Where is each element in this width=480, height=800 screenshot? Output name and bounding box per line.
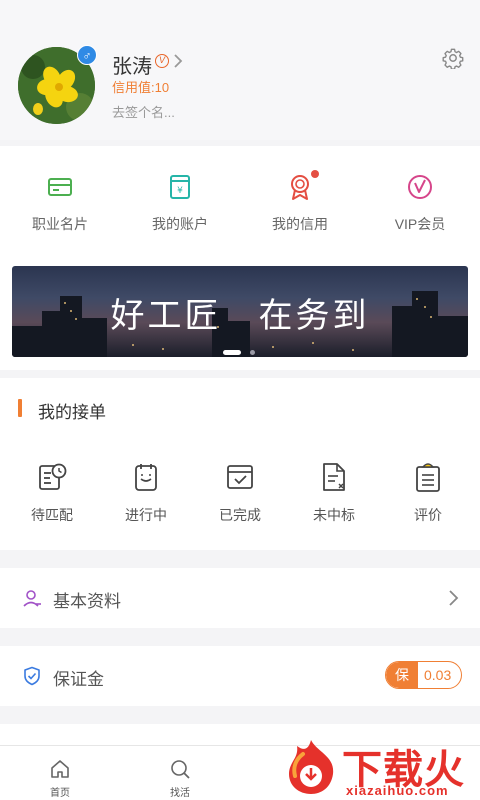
order-status-row: 待匹配 进行中 已完成 未中标 评价 — [0, 458, 480, 528]
watermark-url: xiazaihuo.com — [346, 783, 449, 798]
shortcut-label: VIP会员 — [394, 216, 446, 232]
chevron-right-icon — [449, 590, 459, 606]
verified-icon: V — [155, 54, 169, 68]
deposit-badge[interactable]: 保 0.03 — [385, 661, 462, 689]
promo-banner[interactable]: 好工匠 在务到 — [12, 266, 468, 357]
signature-text[interactable]: 去签个名... — [112, 102, 175, 121]
credit-value: 信用值:10 — [112, 80, 170, 95]
shortcut-grid: 职业名片 ¥ 我的账户 我的信用 VIP会员 — [0, 146, 480, 259]
order-pending-match[interactable]: 待匹配 — [5, 458, 99, 528]
user-profile-icon — [23, 590, 41, 607]
shortcut-business-card[interactable]: 职业名片 — [0, 146, 120, 259]
gender-male-icon: ♂ — [77, 45, 97, 65]
chevron-right-icon[interactable] — [172, 52, 184, 70]
watermark: 下载火 xiazaihuo.com — [280, 735, 480, 800]
shortcut-label: 职业名片 — [32, 216, 88, 232]
profile-header: ♂ 张涛 V 信用值:10 去签个名... — [0, 0, 480, 140]
order-label: 进行中 — [125, 507, 167, 523]
vip-icon — [408, 175, 432, 199]
carousel-dot-active[interactable] — [223, 350, 241, 355]
search-icon — [171, 760, 190, 779]
order-review[interactable]: 评价 — [381, 458, 475, 528]
order-label: 已完成 — [219, 507, 261, 523]
not-awarded-icon — [323, 463, 345, 491]
tab-label: 找活 — [170, 788, 190, 799]
order-not-awarded[interactable]: 未中标 — [287, 458, 381, 528]
shortcut-credit[interactable]: 我的信用 — [240, 146, 360, 259]
my-orders-section: 我的接单 待匹配 进行中 已完成 未中标 评价 — [0, 378, 480, 550]
completed-icon — [227, 465, 253, 489]
menu-label: 基本资料 — [53, 592, 121, 611]
review-icon — [416, 463, 440, 492]
order-in-progress[interactable]: 进行中 — [99, 458, 193, 528]
shortcut-label: 我的账户 — [152, 216, 208, 232]
tab-label: 首页 — [50, 788, 70, 799]
order-completed[interactable]: 已完成 — [193, 458, 287, 528]
notification-dot — [311, 170, 319, 178]
credit-medal-icon — [291, 175, 309, 200]
wallet-icon: ¥ — [170, 175, 190, 199]
business-card-icon — [48, 178, 72, 196]
shortcut-label: 我的信用 — [272, 216, 328, 232]
carousel-dot[interactable] — [250, 350, 255, 355]
deposit-amount: 0.03 — [424, 667, 452, 683]
tab-find-work[interactable]: 找活 — [150, 746, 210, 800]
order-label: 评价 — [414, 507, 442, 523]
banner-slogan: 好工匠 在务到 — [110, 296, 370, 336]
section-accent-bar — [18, 399, 22, 417]
svg-text:¥: ¥ — [177, 186, 183, 196]
home-icon — [51, 760, 69, 778]
flame-logo-icon — [289, 740, 334, 794]
gear-icon[interactable] — [442, 47, 464, 69]
order-label: 未中标 — [313, 507, 355, 523]
shortcut-vip[interactable]: VIP会员 — [360, 146, 480, 259]
menu-deposit[interactable]: 保证金 保 0.03 — [0, 646, 480, 706]
menu-label: 保证金 — [53, 670, 104, 689]
menu-basic-info[interactable]: 基本资料 — [0, 568, 480, 628]
order-label: 待匹配 — [31, 507, 73, 523]
shield-check-icon — [24, 666, 40, 686]
pending-match-icon — [39, 463, 67, 490]
in-progress-icon — [135, 464, 157, 491]
shortcut-account[interactable]: ¥ 我的账户 — [120, 146, 240, 259]
tab-home[interactable]: 首页 — [30, 746, 90, 800]
section-title: 我的接单 — [38, 403, 106, 422]
user-name[interactable]: 张涛 — [112, 50, 152, 79]
deposit-tag: 保 — [386, 662, 418, 688]
